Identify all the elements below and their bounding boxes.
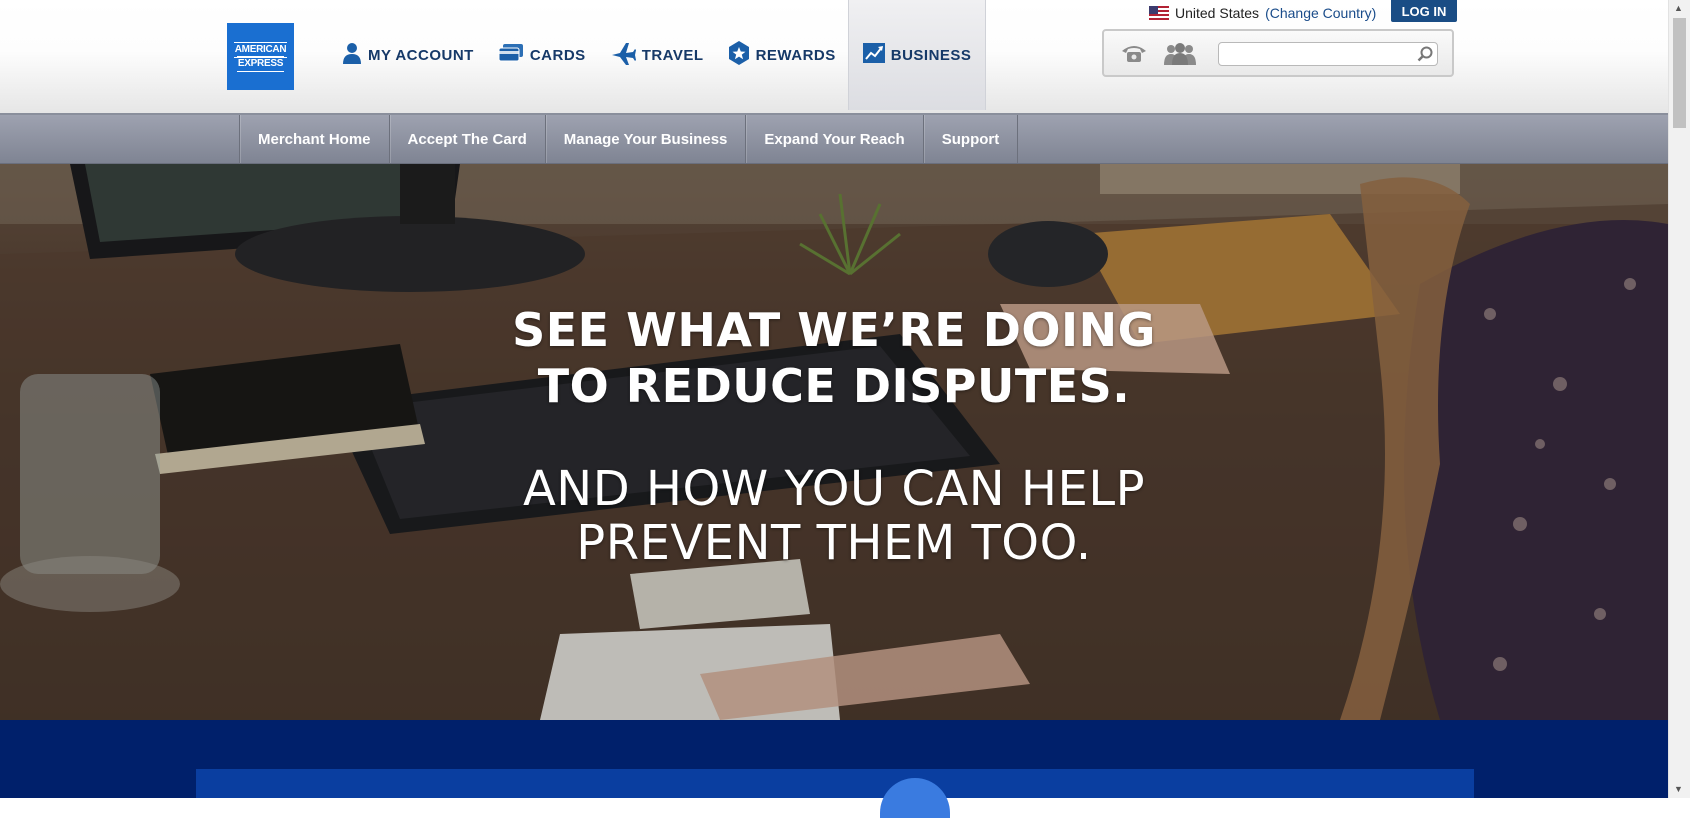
main-nav: MY ACCOUNT CARDS TRAVEL REWARDS BUSINESS <box>330 0 987 110</box>
content-band <box>0 720 1668 818</box>
nav-label: CARDS <box>529 46 586 64</box>
site-header: AMERICAN EXPRESS MY ACCOUNT CARDS TRAVEL <box>0 0 1668 115</box>
subnav-manage-your-business[interactable]: Manage Your Business <box>546 115 747 163</box>
hero-headline: SEE WHAT WE’RE DOING TO REDUCE DISPUTES. <box>0 302 1668 414</box>
nav-label: MY ACCOUNT <box>368 46 474 64</box>
subnav-support[interactable]: Support <box>924 115 1019 163</box>
hero-headline-line-1: SEE WHAT WE’RE DOING <box>512 303 1156 357</box>
hero-headline-line-2: TO REDUCE DISPUTES. <box>537 359 1131 413</box>
change-country-link[interactable]: (Change Country) <box>1265 5 1376 21</box>
subnav-accept-the-card[interactable]: Accept The Card <box>390 115 546 163</box>
nav-travel[interactable]: TRAVEL <box>598 0 716 110</box>
star-badge-icon <box>728 41 750 69</box>
hero-overlay <box>0 164 1668 720</box>
nav-my-account[interactable]: MY ACCOUNT <box>330 0 486 110</box>
nav-business[interactable]: BUSINESS <box>847 0 987 110</box>
plane-icon <box>610 41 636 69</box>
search-box <box>1218 42 1438 66</box>
scrollbar-thumb[interactable] <box>1673 18 1686 128</box>
nav-label: TRAVEL <box>641 46 704 64</box>
utility-toolbox <box>1102 29 1454 77</box>
content-panel <box>196 769 1474 798</box>
country-selector: United States (Change Country) <box>1149 5 1376 21</box>
search-icon[interactable] <box>1417 46 1433 67</box>
subnav-merchant-home[interactable]: Merchant Home <box>240 115 390 163</box>
nav-rewards[interactable]: REWARDS <box>716 0 848 110</box>
phone-icon[interactable] <box>1120 43 1148 68</box>
nav-label: REWARDS <box>755 46 836 64</box>
hero-banner[interactable]: SEE WHAT WE’RE DOING TO REDUCE DISPUTES.… <box>0 164 1668 720</box>
nav-cards[interactable]: CARDS <box>486 0 598 110</box>
amex-logo[interactable]: AMERICAN EXPRESS <box>227 23 294 90</box>
page-scrollbar[interactable]: ▲ ▼ <box>1668 0 1690 798</box>
cards-icon <box>498 43 524 67</box>
scroll-down-icon[interactable]: ▼ <box>1674 784 1683 794</box>
people-icon[interactable] <box>1162 43 1198 70</box>
nav-label: BUSINESS <box>890 46 972 64</box>
merchant-subnav: Merchant Home Accept The Card Manage You… <box>0 115 1668 164</box>
country-name: United States <box>1175 5 1260 21</box>
user-icon <box>342 42 362 68</box>
login-button[interactable]: LOG IN <box>1391 0 1457 22</box>
chart-icon <box>862 43 885 67</box>
us-flag-icon <box>1149 6 1169 20</box>
hero-subline-line-2: PREVENT THEM TOO. <box>576 515 1092 571</box>
hero-subline-line-1: AND HOW YOU CAN HELP <box>522 461 1146 517</box>
logo-line-2: EXPRESS <box>236 55 285 72</box>
search-input[interactable] <box>1223 44 1407 66</box>
subnav-expand-your-reach[interactable]: Expand Your Reach <box>746 115 924 163</box>
scroll-up-icon[interactable]: ▲ <box>1674 3 1683 13</box>
hero-subline: AND HOW YOU CAN HELP PREVENT THEM TOO. <box>0 462 1668 570</box>
